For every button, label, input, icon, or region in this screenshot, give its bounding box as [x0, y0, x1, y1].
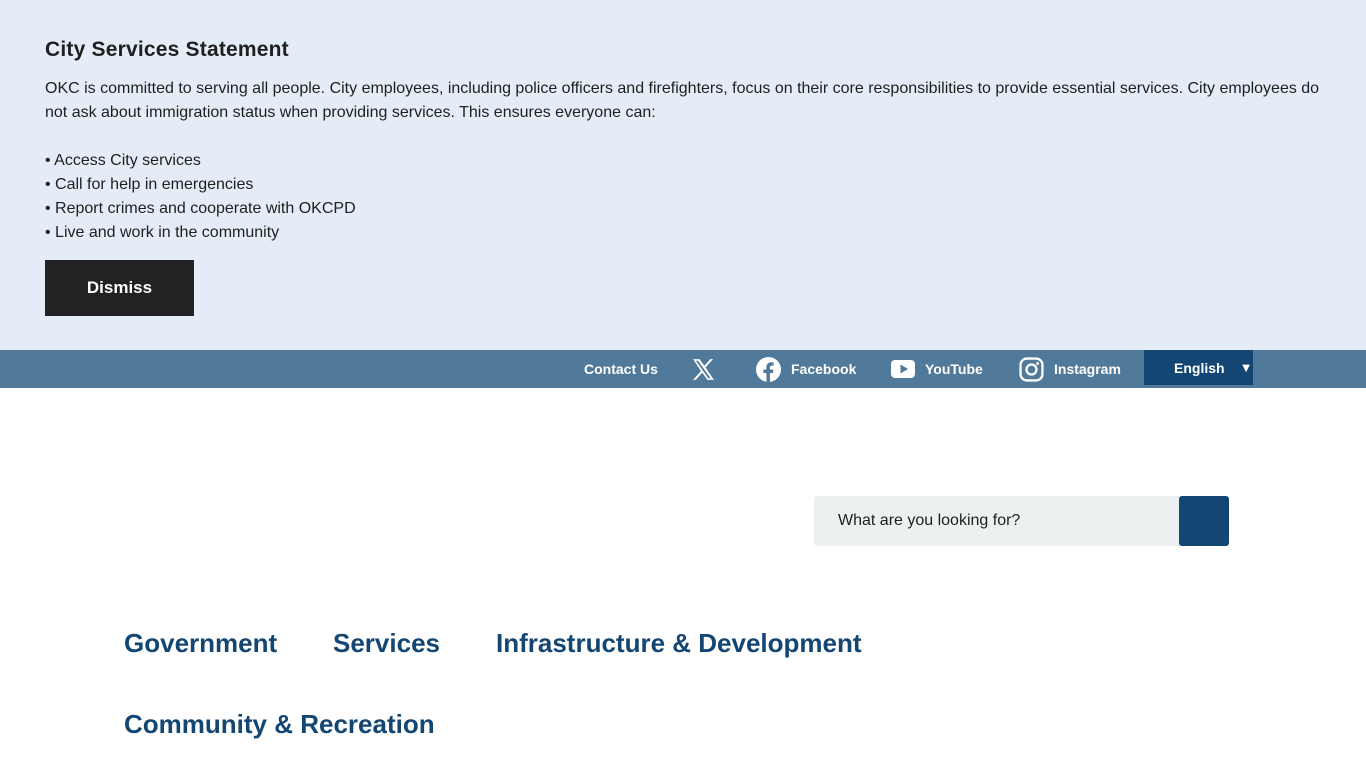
alert-title: City Services Statement [45, 38, 289, 61]
youtube-link[interactable]: YouTube [891, 350, 983, 388]
language-selected: English [1174, 359, 1225, 376]
nav-infrastructure-development[interactable]: Infrastructure & Development [496, 628, 862, 659]
instagram-label: Instagram [1054, 361, 1121, 377]
alert-paragraph: OKC is committed to serving all people. … [45, 80, 1320, 121]
instagram-icon [1019, 356, 1044, 382]
alert-bullet: • Call for help in emergencies [45, 176, 254, 193]
x-icon [691, 357, 716, 382]
caret-down-icon: ▼ [1239, 360, 1253, 375]
alert-bullet: • Live and work in the community [45, 224, 280, 241]
contact-us-link[interactable]: Contact Us [584, 350, 658, 388]
search-input[interactable] [814, 496, 1174, 546]
alert-bullet: • Access City services [45, 152, 201, 169]
alert-banner: City Services Statement OKC is committed… [0, 0, 1366, 350]
alert-bullet: • Report crimes and cooperate with OKCPD [45, 200, 356, 217]
facebook-icon [756, 356, 781, 382]
youtube-label: YouTube [925, 361, 983, 377]
nav-community-recreation[interactable]: Community & Recreation [124, 709, 435, 740]
nav-services[interactable]: Services [333, 628, 440, 659]
nav-government[interactable]: Government [124, 628, 277, 659]
facebook-label: Facebook [791, 361, 857, 377]
youtube-icon [891, 360, 915, 378]
alert-body: OKC is committed to serving all people. … [45, 77, 1335, 245]
alert-bullet-list: • Access City services • Call for help i… [45, 149, 1335, 245]
x-link[interactable] [691, 350, 716, 388]
search-button[interactable] [1179, 496, 1229, 546]
language-select[interactable]: English ▼ [1144, 350, 1253, 385]
instagram-link[interactable]: Instagram [1019, 350, 1121, 388]
dismiss-button[interactable]: Dismiss [45, 260, 194, 316]
site-search [814, 496, 1229, 546]
facebook-link[interactable]: Facebook [756, 350, 856, 388]
